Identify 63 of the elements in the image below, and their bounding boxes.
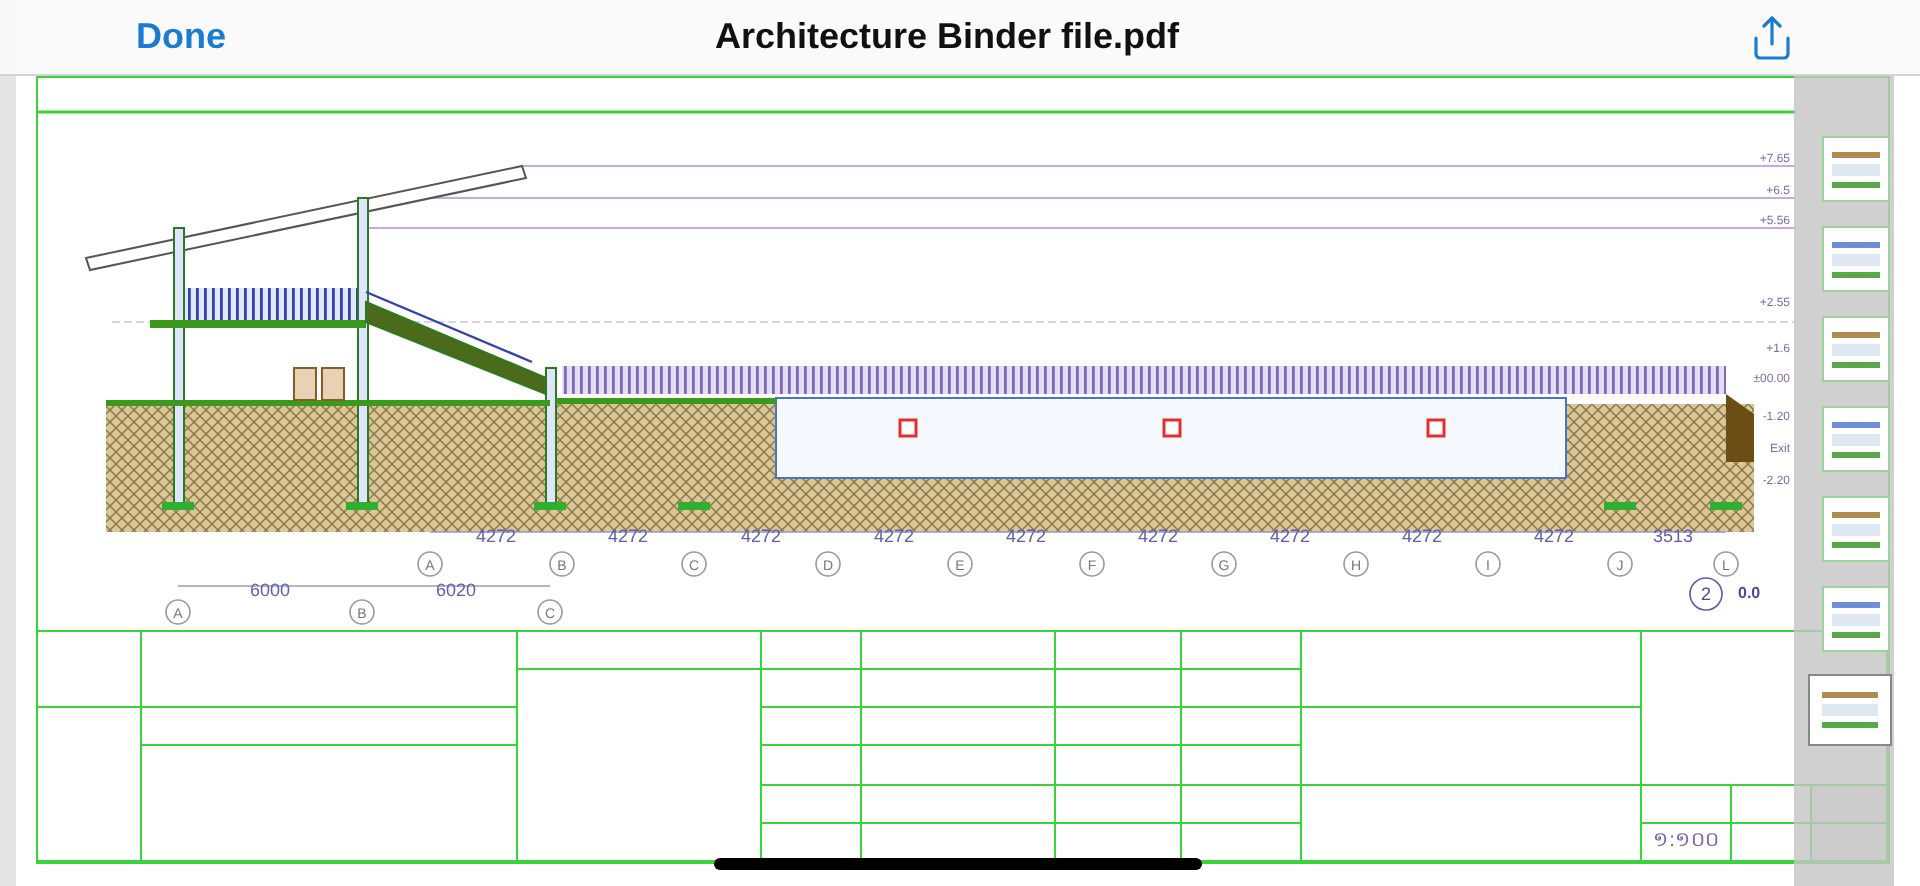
table-cell xyxy=(762,746,862,786)
dimension-label: 6020 xyxy=(435,580,477,600)
marker-icon xyxy=(898,418,918,438)
done-button[interactable]: Done xyxy=(136,16,226,58)
footing xyxy=(1604,502,1636,510)
grid-bubble xyxy=(815,551,841,577)
page-thumbnail[interactable] xyxy=(1822,226,1890,292)
grid-bubble xyxy=(681,551,707,577)
dimension-label: 4272 xyxy=(1401,526,1443,546)
dimension-label: 4272 xyxy=(1269,526,1311,546)
grid-bubble xyxy=(1211,551,1237,577)
table-cell xyxy=(1642,785,1732,824)
dimension-label: 4272 xyxy=(607,526,649,546)
dimension-label: 4272 xyxy=(873,526,915,546)
table-cell xyxy=(762,670,862,709)
table-cell xyxy=(1182,746,1302,786)
table-cell xyxy=(1056,708,1182,747)
dimension-label: 4272 xyxy=(740,526,782,546)
section-mark xyxy=(1689,577,1723,611)
table-cell xyxy=(1182,708,1302,747)
grid-bubble xyxy=(1079,551,1105,577)
grid-bubble xyxy=(349,599,375,625)
page-thumbnail[interactable] xyxy=(1822,406,1890,472)
grid-bubble xyxy=(549,551,575,577)
footing xyxy=(346,502,378,510)
page-thumbnail[interactable] xyxy=(1822,496,1890,562)
page-thumbnail[interactable] xyxy=(1822,586,1890,652)
section-number: 2 xyxy=(1701,584,1711,604)
door xyxy=(321,367,345,401)
grid-bubble xyxy=(1475,551,1501,577)
building-column xyxy=(545,367,557,505)
grid-bubble xyxy=(947,551,973,577)
dimension-label: 4272 xyxy=(1137,526,1179,546)
document-title: Architecture Binder file.pdf xyxy=(712,16,1182,58)
door xyxy=(293,367,317,401)
footing xyxy=(678,502,710,510)
embankment-slope xyxy=(1726,394,1754,462)
page-thumbnail[interactable] xyxy=(1822,316,1890,382)
table-cell xyxy=(1056,746,1182,786)
table-cell xyxy=(1182,670,1302,709)
marker-icon xyxy=(1426,418,1446,438)
grid-bubble xyxy=(1607,551,1633,577)
table-cell xyxy=(1182,785,1302,824)
share-icon[interactable] xyxy=(1748,13,1796,61)
table-cell xyxy=(1056,670,1182,709)
dimension-label: 4272 xyxy=(1533,526,1575,546)
dimension-label: 4272 xyxy=(475,526,517,546)
footing xyxy=(1710,502,1742,510)
grid-bubble xyxy=(537,599,563,625)
grid-bubble xyxy=(417,551,443,577)
grid-bubble xyxy=(165,599,191,625)
dimension-label: 6000 xyxy=(249,580,291,600)
dimension-label: 4272 xyxy=(1005,526,1047,546)
table-cell: ១:១០០ xyxy=(1642,823,1732,862)
dimension-label: 3513 xyxy=(1652,526,1694,546)
section-scale: 0.0 xyxy=(1738,584,1761,602)
table-cell xyxy=(762,708,862,747)
grid-bubble xyxy=(1713,551,1739,577)
grid-bubble xyxy=(1343,551,1369,577)
footing xyxy=(534,502,566,510)
marker-icon xyxy=(1162,418,1182,438)
footing xyxy=(162,502,194,510)
page-thumbnail[interactable] xyxy=(1822,136,1890,202)
